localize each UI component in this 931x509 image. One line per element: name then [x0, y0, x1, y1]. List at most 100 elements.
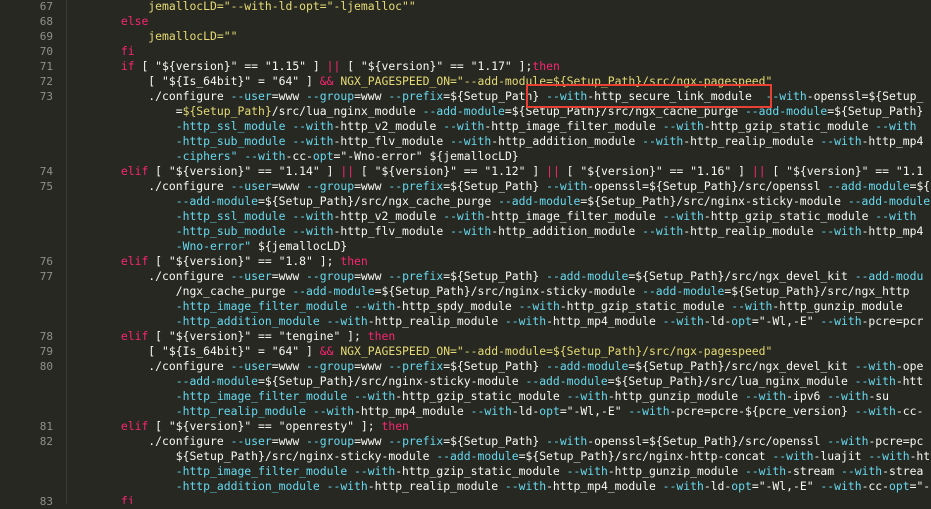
code-line[interactable]: else	[66, 14, 148, 29]
line-number: 80	[39, 360, 53, 373]
line-number: 71	[39, 60, 53, 73]
code-line[interactable]: -http_addition_module --with-http_realip…	[66, 479, 930, 494]
code-token: -http_addition_module	[491, 134, 643, 148]
code-line[interactable]: jemallocLD=""	[66, 29, 237, 44]
code-line[interactable]: -http_sub_module --with-http_flv_module …	[66, 134, 924, 149]
code-token: --add-module	[744, 104, 828, 118]
code-line[interactable]: -Wno-error" ${jemallocLD}	[66, 239, 347, 254]
code-token: --with	[820, 314, 862, 328]
code-token: =www	[271, 89, 307, 103]
code-line[interactable]: --add-module=${Setup_Path}/src/ngx_cache…	[66, 194, 930, 209]
code-line[interactable]: ./configure --user=www --group=www --pre…	[66, 434, 923, 449]
code-token: -http_image_filter_module	[484, 119, 663, 133]
code-line[interactable]: -http_image_filter_module --with-http_sp…	[66, 299, 910, 314]
code-token: /ngx_cache_purge	[66, 284, 293, 298]
code-token: --with	[827, 389, 869, 403]
code-token: --user	[230, 89, 272, 103]
code-token: --group	[306, 179, 355, 193]
code-token: -http_mp4	[861, 134, 924, 148]
code-token: =${Setup_Path}	[443, 89, 547, 103]
code-line[interactable]: ./configure --user=www --group=www --pre…	[66, 89, 923, 104]
code-token: -cc-	[895, 404, 924, 418]
code-token: =${Setup_Path}/src/nginx-sticky-module	[374, 284, 643, 298]
code-token: --add-module	[827, 179, 910, 193]
code-line[interactable]: -http_ssl_module --with-http_v2_module -…	[66, 119, 917, 134]
code-token: -http_image_filter_module	[175, 299, 348, 313]
code-token: --with	[292, 134, 334, 148]
code-editor[interactable]: 67 68 69 70 71 72 73 74 75 76 77 78 79 80 81 82 83 jemal…	[0, 0, 931, 508]
code-token: -luajit	[813, 449, 869, 463]
code-token: opt	[731, 314, 752, 328]
code-token: --with	[820, 479, 862, 493]
code-token: &&	[319, 344, 334, 358]
code-line[interactable]: -http_image_filter_module --with-http_gz…	[66, 389, 889, 404]
code-line[interactable]: fi	[66, 494, 135, 504]
code-token: --group	[306, 89, 355, 103]
code-token: -http_gunzip_module	[607, 389, 745, 403]
code-area[interactable]: jemallocLD="--with-ld-opt="-ljemalloc"" …	[66, 0, 931, 504]
code-token: -http_gunzip_module	[772, 299, 910, 313]
code-line[interactable]: ./configure --user=www --group=www --pre…	[66, 359, 923, 374]
code-token: --with	[450, 134, 492, 148]
code-token: --group	[306, 269, 355, 283]
code-token: jemallocLD=	[148, 0, 224, 13]
code-token: --with	[662, 314, 704, 328]
code-token: --with	[744, 464, 787, 478]
code-token: --with	[642, 224, 684, 238]
code-line[interactable]: fi	[66, 44, 135, 59]
code-line[interactable]: -ciphers" --with-cc-opt="-Wno-error" ${j…	[66, 149, 519, 164]
code-line[interactable]: ${Setup_Path}/src/nginx-sticky-module --…	[66, 449, 931, 464]
code-line[interactable]: elif [ "${version}" == "1.14" ] || [ "${…	[66, 164, 923, 179]
code-token: -ld-	[703, 314, 732, 328]
code-token: "--add-module=${Setup_Path}/src/ngx-page…	[456, 344, 773, 358]
code-token: --with	[292, 119, 334, 133]
code-token: =www	[271, 269, 307, 283]
code-token: opt	[731, 479, 752, 493]
code-token: if	[120, 59, 135, 73]
code-line[interactable]: ./configure --user=www --group=www --pre…	[66, 179, 931, 194]
code-token: --with	[731, 299, 773, 313]
code-line[interactable]: elif [ "${version}" == "openresty" ]; th…	[66, 419, 409, 434]
code-token: ${Setup_Path}	[182, 104, 272, 118]
code-line[interactable]: -http_realip_module --with-http_mp4_modu…	[66, 404, 924, 419]
code-line[interactable]: --add-module=${Setup_Path}/src/nginx-sti…	[66, 374, 924, 389]
code-token: -http_ssl_module	[175, 119, 286, 133]
code-token: [ "${version}" == "openresty" ];	[148, 419, 382, 433]
code-token: --with	[662, 119, 704, 133]
code-line[interactable]: /ngx_cache_purge --add-module=${Setup_Pa…	[66, 284, 910, 299]
code-token: -http_realip_module	[367, 314, 505, 328]
code-token: --with	[504, 314, 547, 328]
code-line[interactable]: -http_sub_module --with-http_flv_module …	[66, 224, 924, 239]
code-token: -http_realip_module	[367, 479, 505, 493]
code-token: -http_image_filter_module	[175, 389, 348, 403]
code-token: =${Setup_Path}	[443, 434, 547, 448]
code-token: --with	[326, 479, 368, 493]
code-line[interactable]: elif [ "${version}" == "1.8" ]; then	[66, 254, 368, 269]
code-line[interactable]: -http_addition_module --with-http_realip…	[66, 314, 924, 329]
code-token: =${Setup_Path}/src/nginx-sticky-module	[580, 194, 848, 208]
code-token: =www	[354, 179, 389, 193]
code-line[interactable]: -http_image_filter_module --with-http_gz…	[66, 464, 924, 479]
code-line[interactable]: -http_ssl_module --with-http_v2_module -…	[66, 209, 917, 224]
code-token: ||	[340, 164, 355, 178]
code-line[interactable]: [ "${Is_64bit}" = "64" ] && NGX_PAGESPEE…	[66, 74, 772, 89]
code-line[interactable]: =${Setup_Path}/src/lua_nginx_module --ad…	[66, 104, 924, 119]
line-number: 81	[39, 420, 53, 433]
code-line[interactable]: elif [ "${version}" == "tengine" ]; then	[66, 329, 395, 344]
code-line[interactable]: jemallocLD="--with-ld-opt="-ljemalloc""	[66, 0, 415, 14]
code-token: -http_realip_module	[683, 224, 821, 238]
code-token: -http_flv_module	[333, 224, 451, 238]
code-token: --with	[546, 89, 588, 103]
code-token: -su	[868, 389, 890, 403]
code-line[interactable]: ./configure --user=www --group=www --pre…	[66, 269, 923, 284]
code-line[interactable]: [ "${Is_64bit}" = "64" ] && NGX_PAGESPEE…	[66, 344, 772, 359]
code-token: --with	[662, 479, 704, 493]
code-token: opt	[889, 479, 910, 493]
code-line[interactable]: if [ "${version}" == "1.15" ] || [ "${ve…	[66, 59, 560, 74]
